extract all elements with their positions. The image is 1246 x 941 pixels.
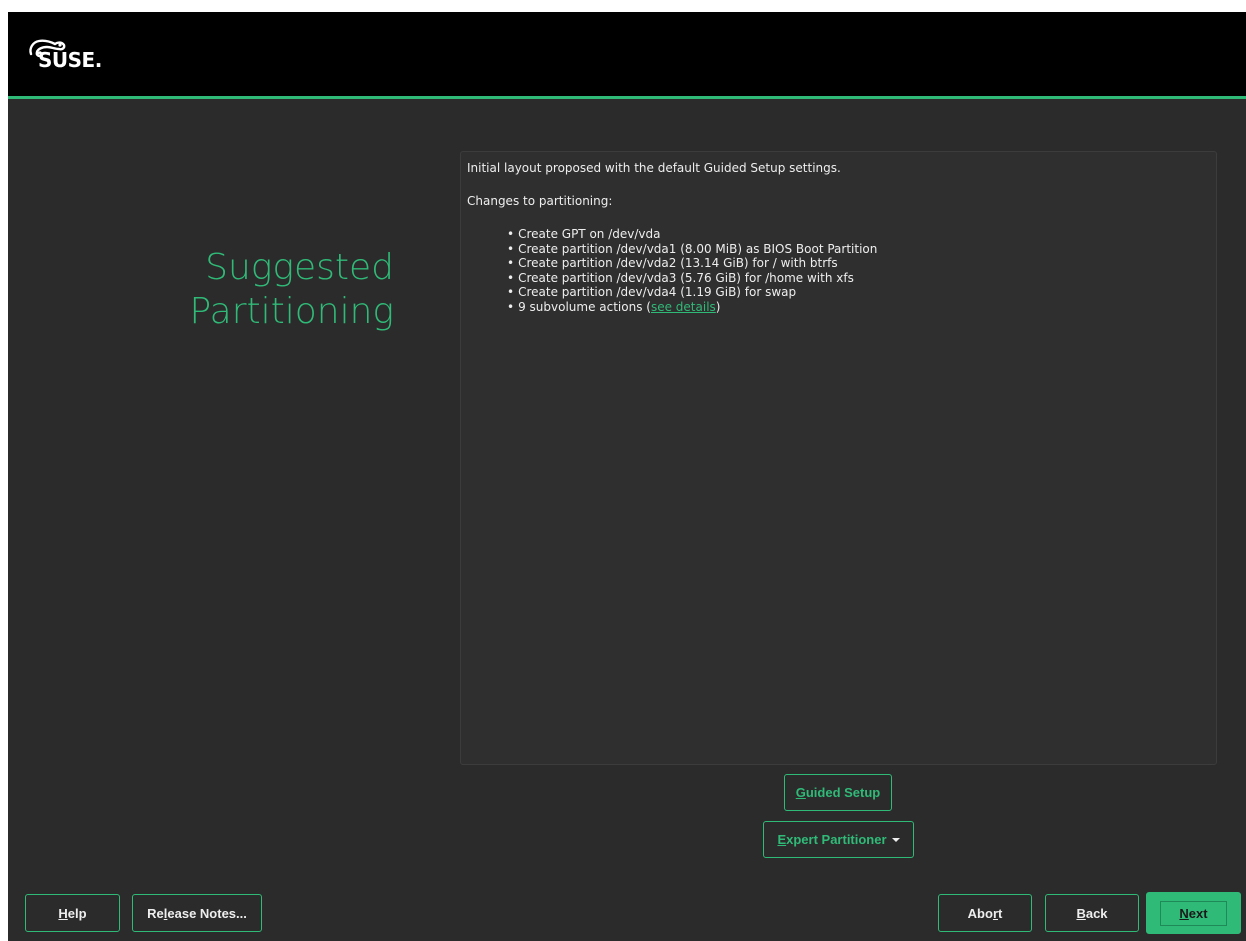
release-notes-button[interactable]: Re l ease Notes... — [132, 894, 262, 932]
list-item: • Create partition /dev/vda4 (1.19 GiB) f… — [507, 285, 797, 299]
suse-logo: SUSE. — [27, 36, 137, 80]
page-title: Suggested Partitioning — [94, 246, 394, 334]
list-item: • Create partition /dev/vda1 (8.00 MiB) a… — [507, 241, 878, 256]
changes-list: • Create GPT on /dev/vda • Create partitio… — [507, 227, 877, 314]
list-item-subvolumes: • 9 subvolume actions (see details) — [507, 299, 721, 314]
partitioning-summary-panel[interactable]: Initial layout proposed with the default… — [460, 151, 1217, 765]
next-button[interactable]: Next — [1146, 892, 1241, 934]
list-item: • Create partition /dev/vda3 (5.76 GiB) f… — [507, 270, 854, 285]
header-accent-line — [8, 96, 1246, 99]
guided-setup-button[interactable]: Guided Setup — [784, 774, 892, 811]
next-button-focus-ring: Next — [1160, 900, 1227, 926]
logo-wordmark: SUSE. — [38, 48, 102, 72]
page-title-line-1: Suggested — [205, 247, 394, 288]
back-button[interactable]: Back — [1045, 894, 1139, 932]
page-title-line-2: Partitioning — [189, 291, 394, 332]
summary-changes-heading: Changes to partitioning: — [467, 194, 613, 208]
expert-partitioner-menu-button[interactable]: Expert Partitioner — [763, 821, 914, 858]
caret-down-icon — [891, 837, 900, 842]
header-bar: SUSE. — [8, 12, 1246, 96]
abort-button[interactable]: Abo r t — [938, 894, 1032, 932]
installer-screen: SUSE. Suggested Partitioning Initial lay… — [8, 12, 1246, 941]
list-item: • Create GPT on /dev/vda — [507, 227, 661, 241]
see-details-link[interactable]: see details — [651, 300, 716, 314]
list-item: • Create partition /dev/vda2 (13.14 GiB) … — [507, 256, 838, 270]
help-button[interactable]: Help — [25, 894, 120, 932]
summary-intro-text: Initial layout proposed with the default… — [467, 161, 841, 175]
